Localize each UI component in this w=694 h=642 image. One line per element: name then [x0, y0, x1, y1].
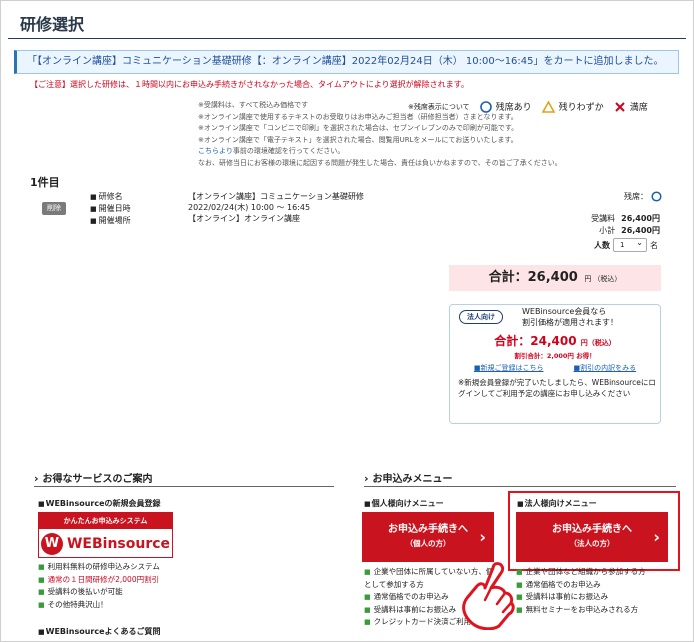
- corporate-links: ■新規ご登録はこちら ■割引の内訳をみる: [450, 363, 660, 373]
- delete-button[interactable]: 削除: [42, 202, 66, 215]
- corporate-apply-sublabel: （法人の方）: [569, 539, 615, 548]
- subtotal-value: 26,400円: [621, 226, 660, 235]
- note-line: ※オンライン講座で「電子テキスト」を選択された場合、閲覧用URLをメールにてお送…: [198, 135, 518, 144]
- total-price: 合計：26,400 円（税込）: [449, 265, 661, 291]
- apply-divider: [364, 486, 676, 487]
- list-item: 通常の１日間研修が2,000円割引: [38, 574, 160, 587]
- note-line: 事前の環境確認を行ってください。: [232, 147, 345, 155]
- corp-msg-line: 割引価格が適用されます！: [522, 318, 618, 327]
- item-vacancy: 残席：: [624, 191, 662, 202]
- corporate-total: 合計：24,400 円（税込）: [450, 332, 660, 349]
- banner-tagline: かんたんお申込みシステム: [39, 513, 172, 529]
- page-title: 研修選択: [20, 15, 85, 34]
- list-item: 企業や団体など組織から参加する方: [516, 566, 686, 579]
- services-register-head: WEBinsourceの新規会員登録: [38, 498, 161, 509]
- list-item: 受講料は事前にお振込み: [516, 591, 686, 604]
- personal-apply-button[interactable]: お申込み手続きへ （個人の方） ›: [362, 512, 494, 562]
- legend-full: 満席: [629, 103, 648, 113]
- total-unit: 円: [584, 275, 592, 283]
- webinsource-banner[interactable]: かんたんお申込みシステム W WEBinsource: [38, 512, 173, 558]
- list-item: 無料セミナーをお申込みされる方: [516, 604, 686, 617]
- item-key: 研修名: [90, 191, 131, 203]
- list-item: 利用料無料の研修申込みシステム: [38, 561, 160, 574]
- corp-total-unit: 円: [580, 339, 588, 347]
- pointing-hand-icon: [462, 562, 515, 630]
- fee-value: 26,400円: [621, 214, 660, 223]
- legend-label: ※残席表示について: [408, 102, 470, 111]
- total-tax: （税込）: [593, 275, 622, 283]
- personal-menu-head: 個人様向けメニュー: [364, 498, 444, 509]
- apply-heading: お申込みメニュー: [364, 470, 453, 485]
- discount-total: 割引合計：2,000円 お得！: [514, 352, 596, 360]
- services-divider: [34, 486, 334, 487]
- chevron-right-icon: ›: [479, 527, 486, 547]
- circle-icon: [651, 191, 662, 202]
- corporate-note: 新規会員登録が完了いたしましたら、WEBinsourceにログインしてご利用予定…: [458, 377, 658, 399]
- vacancy-label: 残席：: [624, 192, 648, 201]
- note-line: ※受講料は、すべて税込み価格です: [198, 101, 309, 109]
- legend-few: 残りわずか: [558, 103, 604, 113]
- note-line: ※オンライン講座で「コンビニで印刷」を選択された場合は、セブンイレブンのみで印刷…: [198, 124, 519, 132]
- qty-label: 人数: [594, 240, 610, 250]
- corp-total-tax: （税込）: [587, 339, 616, 347]
- list-item: 通常価格でのお申込み: [516, 579, 686, 592]
- services-bullets: 利用料無料の研修申込みシステム 通常の１日間研修が2,000円割引 受講料の後払…: [38, 561, 160, 611]
- services-heading: お得なサービスのご案内: [34, 470, 153, 485]
- price-rows: 受講料 26,400円 小計 26,400円: [560, 213, 660, 237]
- item-keys: 研修名 開催日時 開催場所: [90, 191, 131, 227]
- legend-available: 残席あり: [495, 103, 532, 113]
- course-venue: 【オンライン】オンライン講座: [188, 214, 300, 223]
- corporate-badge: 法人向け: [459, 310, 503, 324]
- course-datetime: 2022/02/24(木) 10:00 ～ 16:45: [188, 203, 311, 212]
- note-line: ※オンライン講座で使用するテキストのお受取りはお申込みご担当者（研修担当者）さま…: [198, 112, 518, 121]
- item-key: 開催場所: [90, 215, 131, 227]
- corporate-bullets: 企業や団体など組織から参加する方 通常価格でのお申込み 受講料は事前にお振込み …: [516, 566, 686, 616]
- corporate-menu-head: 法人様向けメニュー: [517, 498, 597, 509]
- fee-label: 受講料: [591, 214, 616, 223]
- discount-detail-link[interactable]: ■割引の内訳をみる: [574, 363, 637, 373]
- cart-added-notice: 「【オンライン講座】コミュニケーション基礎研修【：オンライン講座】2022年02…: [14, 50, 679, 74]
- notes-link[interactable]: こちらより: [198, 147, 233, 155]
- corp-msg-line: WEBinsource会員なら: [522, 307, 607, 316]
- corp-total-value: 合計：24,400: [494, 334, 577, 348]
- course-name: 【オンライン講座】コミュニケーション基礎研修: [188, 192, 364, 201]
- corporate-message: WEBinsource会員なら 割引価格が適用されます！: [522, 306, 618, 328]
- banner-logo-text: WEBinsource: [66, 535, 171, 552]
- item-count: 1件目: [30, 176, 60, 189]
- item-key: 開催日時: [90, 203, 131, 215]
- quantity-select[interactable]: 1: [613, 237, 647, 252]
- personal-apply-label: お申込み手続きへ: [388, 524, 468, 535]
- subtotal-label: 小計: [599, 226, 616, 235]
- cross-icon: [614, 101, 625, 112]
- vacancy-legend: ※残席表示について 残席あり 残りわずか 満席: [408, 100, 654, 113]
- note-line: なお、研修当日にお客様の環境に起因する問題が発生した場合、責任は負いかねますので…: [198, 158, 562, 167]
- circle-icon: [479, 100, 492, 113]
- title-divider: [8, 38, 686, 39]
- list-item: その他特典沢山！: [38, 599, 160, 612]
- qty-unit: 名: [650, 240, 658, 250]
- list-item: 受講料の後払いが可能: [38, 586, 160, 599]
- corporate-discount-card: 法人向け WEBinsource会員なら 割引価格が適用されます！ 合計：24,…: [449, 304, 661, 424]
- chevron-right-icon: ›: [653, 527, 660, 547]
- faq-head[interactable]: WEBinsourceよくあるご質問: [38, 626, 161, 637]
- corporate-apply-button[interactable]: お申込み手続きへ （法人の方） ›: [516, 512, 668, 562]
- item-values: 【オンライン講座】コミュニケーション基礎研修 2022/02/24(木) 10:…: [188, 191, 364, 224]
- webinsource-logo-icon: W: [40, 532, 63, 555]
- triangle-icon: [541, 100, 555, 113]
- corporate-apply-label: お申込み手続きへ: [552, 524, 632, 535]
- register-link[interactable]: ■新規ご登録はこちら: [474, 363, 544, 373]
- timeout-warning: 【ご注意】選択した研修は、１時間以内にお申込み手続きがされなかった場合、タイムア…: [30, 80, 469, 89]
- quantity-row: 人数 1 名: [594, 237, 658, 252]
- total-value: 合計：26,400: [488, 270, 578, 285]
- personal-apply-sublabel: （個人の方）: [405, 539, 451, 548]
